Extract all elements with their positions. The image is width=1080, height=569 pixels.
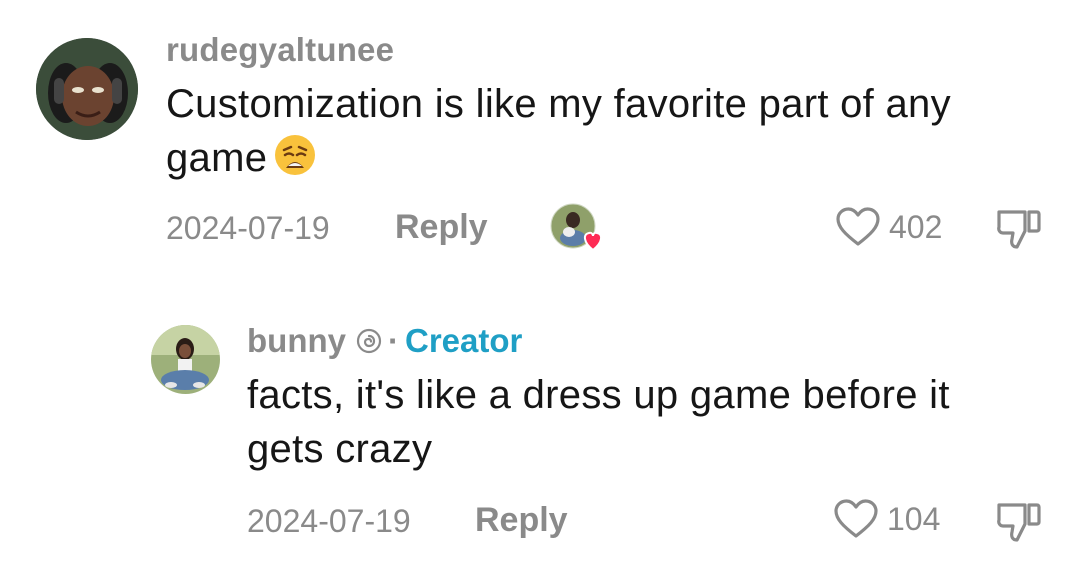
reply-button[interactable]: Reply bbox=[395, 208, 488, 247]
weary-face-emoji bbox=[273, 133, 317, 191]
reply-text: facts, it's like a dress up game before … bbox=[247, 368, 1047, 476]
dislike-button[interactable] bbox=[995, 207, 1043, 256]
reply-dislike-button[interactable] bbox=[995, 500, 1043, 549]
comment-date: 2024-07-19 bbox=[166, 210, 330, 246]
like-count: 402 bbox=[889, 208, 943, 245]
reply-header: bunny · Creator bbox=[247, 322, 522, 360]
spiral-badge-icon bbox=[356, 328, 382, 354]
thumbs-down-icon bbox=[997, 503, 1041, 542]
reply-text-line-1: facts, it's like a dress up game before … bbox=[247, 373, 950, 417]
comment-username[interactable]: rudegyaltunee bbox=[166, 31, 394, 69]
creator-badge: Creator bbox=[404, 322, 523, 359]
avatar-rudegyaltunee[interactable] bbox=[36, 38, 138, 140]
thumbs-down-icon bbox=[997, 210, 1041, 249]
creator-liked-heart-icon bbox=[550, 203, 603, 252]
reply-date: 2024-07-19 bbox=[247, 503, 411, 539]
reply-like-button[interactable]: 104 bbox=[833, 498, 940, 540]
separator-dot: · bbox=[387, 322, 399, 359]
comment-text-line-2: game bbox=[166, 136, 268, 180]
reply-like-count: 104 bbox=[887, 500, 941, 537]
comment-text: Customization is like my favorite part o… bbox=[166, 77, 1046, 191]
like-button[interactable]: 402 bbox=[835, 206, 942, 248]
reply-reply-button[interactable]: Reply bbox=[475, 501, 568, 540]
avatar-bunny[interactable] bbox=[151, 325, 220, 394]
reply-text-line-2: gets crazy bbox=[247, 427, 433, 471]
comment-text-line-1: Customization is like my favorite part o… bbox=[166, 82, 951, 126]
heart-outline-icon bbox=[834, 499, 878, 538]
heart-outline-icon bbox=[836, 207, 880, 246]
reply-username[interactable]: bunny bbox=[247, 322, 346, 360]
creator-liked-indicator bbox=[549, 202, 603, 256]
